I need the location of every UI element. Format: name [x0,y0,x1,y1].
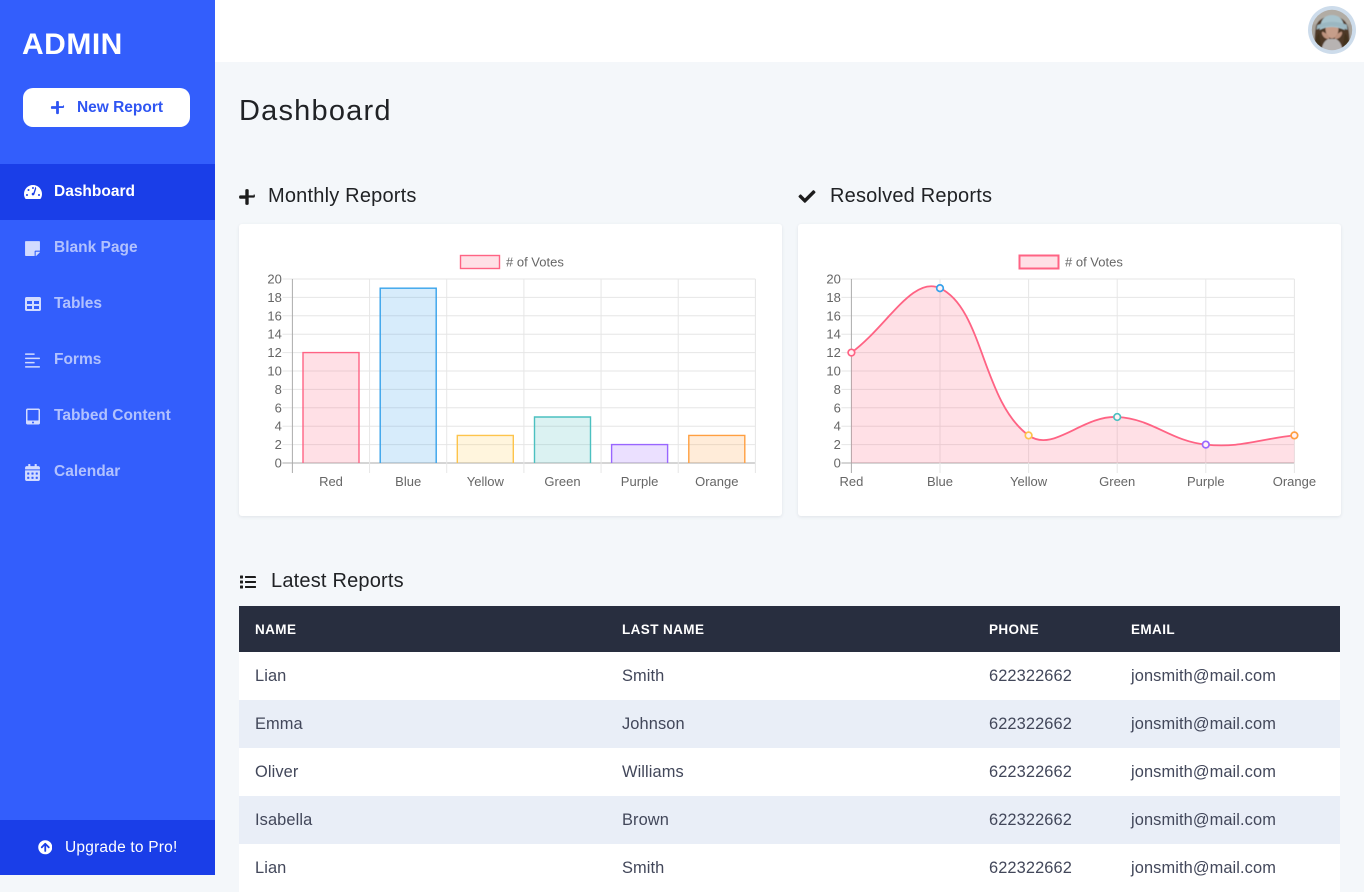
svg-text:10: 10 [267,364,281,379]
svg-text:18: 18 [826,290,840,305]
svg-text:Blue: Blue [395,474,421,489]
svg-text:14: 14 [826,327,840,342]
svg-text:# of Votes: # of Votes [1065,255,1123,270]
svg-text:6: 6 [275,400,282,415]
svg-text:Purple: Purple [1187,474,1225,489]
svg-text:10: 10 [826,364,840,379]
svg-text:16: 16 [267,308,281,323]
svg-text:8: 8 [834,382,841,397]
svg-text:4: 4 [834,419,841,434]
svg-text:16: 16 [826,308,840,323]
svg-text:2: 2 [275,437,282,452]
svg-text:12: 12 [267,345,281,360]
svg-text:Blue: Blue [927,474,953,489]
svg-text:Yellow: Yellow [1010,474,1048,489]
svg-text:Green: Green [544,474,580,489]
svg-text:12: 12 [826,345,840,360]
svg-text:20: 20 [267,272,281,287]
svg-text:Green: Green [1099,474,1135,489]
svg-text:# of Votes: # of Votes [506,255,564,270]
svg-text:8: 8 [275,382,282,397]
svg-text:Orange: Orange [1273,474,1316,489]
svg-text:20: 20 [826,272,840,287]
svg-text:6: 6 [834,400,841,415]
svg-text:0: 0 [834,456,841,471]
svg-text:0: 0 [275,456,282,471]
svg-text:Orange: Orange [695,474,738,489]
svg-text:Red: Red [839,474,863,489]
svg-text:4: 4 [275,419,282,434]
svg-text:14: 14 [267,327,281,342]
svg-text:18: 18 [267,290,281,305]
svg-text:Red: Red [319,474,343,489]
svg-text:2: 2 [834,437,841,452]
svg-text:Yellow: Yellow [467,474,505,489]
svg-text:Purple: Purple [621,474,659,489]
